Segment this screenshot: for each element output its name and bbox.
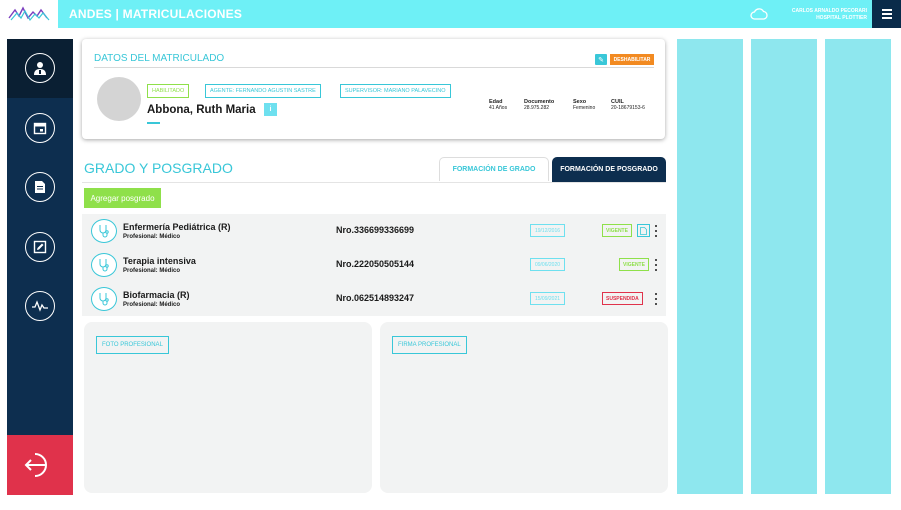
posgrado-date: 19/12/2016 <box>530 224 565 237</box>
logout-icon <box>24 453 47 477</box>
posgrado-number: Nro.336699336699 <box>336 225 415 235</box>
hamburger-menu-icon <box>881 9 892 11</box>
posgrado-list: Enfermería Pediátrica (R) Profesional: M… <box>82 214 666 316</box>
document-icon <box>35 181 45 193</box>
logout-button[interactable] <box>7 435 73 495</box>
matriculado-card: DATOS DEL MATRICULADO ✎ DESHABILITAR HAB… <box>82 39 665 139</box>
user-name: CARLOS ARNALDO PECORARI <box>791 8 867 14</box>
stat-value: 20-18679153-6 <box>611 105 645 111</box>
grado-title: GRADO Y POSGRADO <box>84 160 233 176</box>
stat-cuil: CUIL 20-18679153-6 <box>611 99 645 111</box>
posgrado-profession: Profesional: Médico <box>123 234 181 240</box>
vital-signs-icon <box>32 300 48 312</box>
list-item[interactable]: Enfermería Pediátrica (R) Profesional: M… <box>82 214 666 248</box>
photo-label[interactable]: FOTO PROFESIONAL <box>96 336 169 354</box>
sidebar-item-editar[interactable] <box>25 232 55 262</box>
sidebar-item-profesional[interactable] <box>25 53 55 83</box>
user-organization: HOSPITAL PLOTTIER <box>816 15 867 21</box>
document-icon[interactable] <box>637 224 650 237</box>
pencil-icon: ✎ <box>598 56 604 64</box>
photo-panel: FOTO PROFESIONAL <box>84 322 372 493</box>
status-badge: SUSPENDIDA <box>602 292 643 305</box>
status-badge: HABILITADO <box>147 84 190 98</box>
posgrado-profession: Profesional: Médico <box>123 268 181 274</box>
person-name: Abbona, Ruth Maria <box>147 104 256 116</box>
edit-button[interactable]: ✎ <box>595 54 607 65</box>
andes-logo[interactable] <box>0 0 58 28</box>
top-bar: ANDES | MATRICULACIONES CARLOS ARNALDO P… <box>0 0 901 28</box>
side-column <box>677 39 743 494</box>
andes-logo-icon <box>8 6 50 22</box>
posgrado-number: Nro.062514893247 <box>336 293 415 303</box>
stat-edad: Edad 41 Años <box>489 99 507 111</box>
side-column <box>751 39 817 494</box>
add-posgrado-button[interactable]: Agregar posgrado <box>84 188 161 208</box>
side-column <box>825 39 891 494</box>
sidebar-item-agenda[interactable] <box>25 113 55 143</box>
divider <box>82 182 666 183</box>
name-underline <box>147 122 160 124</box>
cloud-icon[interactable] <box>750 7 768 21</box>
disable-button[interactable]: DESHABILITAR <box>610 54 654 65</box>
tab-formacion-posgrado[interactable]: FORMACIÓN DE POSGRADO <box>552 157 666 182</box>
hamburger-menu-bar <box>881 13 892 15</box>
avatar <box>97 77 141 121</box>
status-badge: VIGENTE <box>602 224 632 237</box>
tab-formacion-grado[interactable]: FORMACIÓN DE GRADO <box>439 157 549 181</box>
stat-documento: Documento 28.975.282 <box>524 99 554 111</box>
signature-panel: FIRMA PROFESIONAL <box>380 322 668 493</box>
more-options-icon[interactable] <box>654 225 658 237</box>
stethoscope-icon <box>91 253 117 277</box>
hamburger-menu-bar <box>881 17 892 19</box>
posgrado-name: Biofarmacia (R) <box>123 290 190 300</box>
info-button[interactable]: i <box>264 103 277 116</box>
posgrado-number: Nro.222050505144 <box>336 259 415 269</box>
sidebar <box>7 39 73 495</box>
hamburger-menu-button[interactable] <box>872 0 901 28</box>
app-title: ANDES | MATRICULACIONES <box>69 7 243 21</box>
divider <box>94 67 654 68</box>
matriculado-title: DATOS DEL MATRICULADO <box>94 53 225 64</box>
list-item[interactable]: Terapia intensiva Profesional: Médico Nr… <box>82 248 666 282</box>
posgrado-profession: Profesional: Médico <box>123 302 181 308</box>
calendar-icon <box>33 122 47 135</box>
stat-sexo: Sexo Femenino <box>573 99 595 111</box>
edit-icon <box>33 240 47 254</box>
posgrado-name: Terapia intensiva <box>123 256 196 266</box>
user-info: CARLOS ARNALDO PECORARI HOSPITAL PLOTTIE… <box>792 8 867 22</box>
agent-badge: AGENTE: FERNANDO AGUSTIN SASTRE <box>205 84 321 98</box>
stat-value: 41 Años <box>489 105 508 111</box>
posgrado-date: 09/06/2020 <box>530 258 565 271</box>
stat-value: Femenino <box>573 105 596 111</box>
status-badge: VIGENTE <box>619 258 649 271</box>
sidebar-item-documentos[interactable] <box>25 172 55 202</box>
info-icon: i <box>269 106 272 113</box>
more-options-icon[interactable] <box>654 259 658 271</box>
supervisor-badge: SUPERVISOR: MARIANO PALAVECINO <box>340 84 451 98</box>
stethoscope-icon <box>91 287 117 311</box>
more-options-icon[interactable] <box>654 293 658 305</box>
sidebar-item-monitoreo[interactable] <box>25 291 55 321</box>
stethoscope-icon <box>91 219 117 243</box>
list-item[interactable]: Biofarmacia (R) Profesional: Médico Nro.… <box>82 282 666 316</box>
doctor-icon <box>34 62 46 75</box>
posgrado-date: 15/09/2021 <box>530 292 565 305</box>
signature-label[interactable]: FIRMA PROFESIONAL <box>392 336 467 354</box>
stat-value: 28.975.282 <box>524 105 550 111</box>
posgrado-name: Enfermería Pediátrica (R) <box>123 222 231 232</box>
